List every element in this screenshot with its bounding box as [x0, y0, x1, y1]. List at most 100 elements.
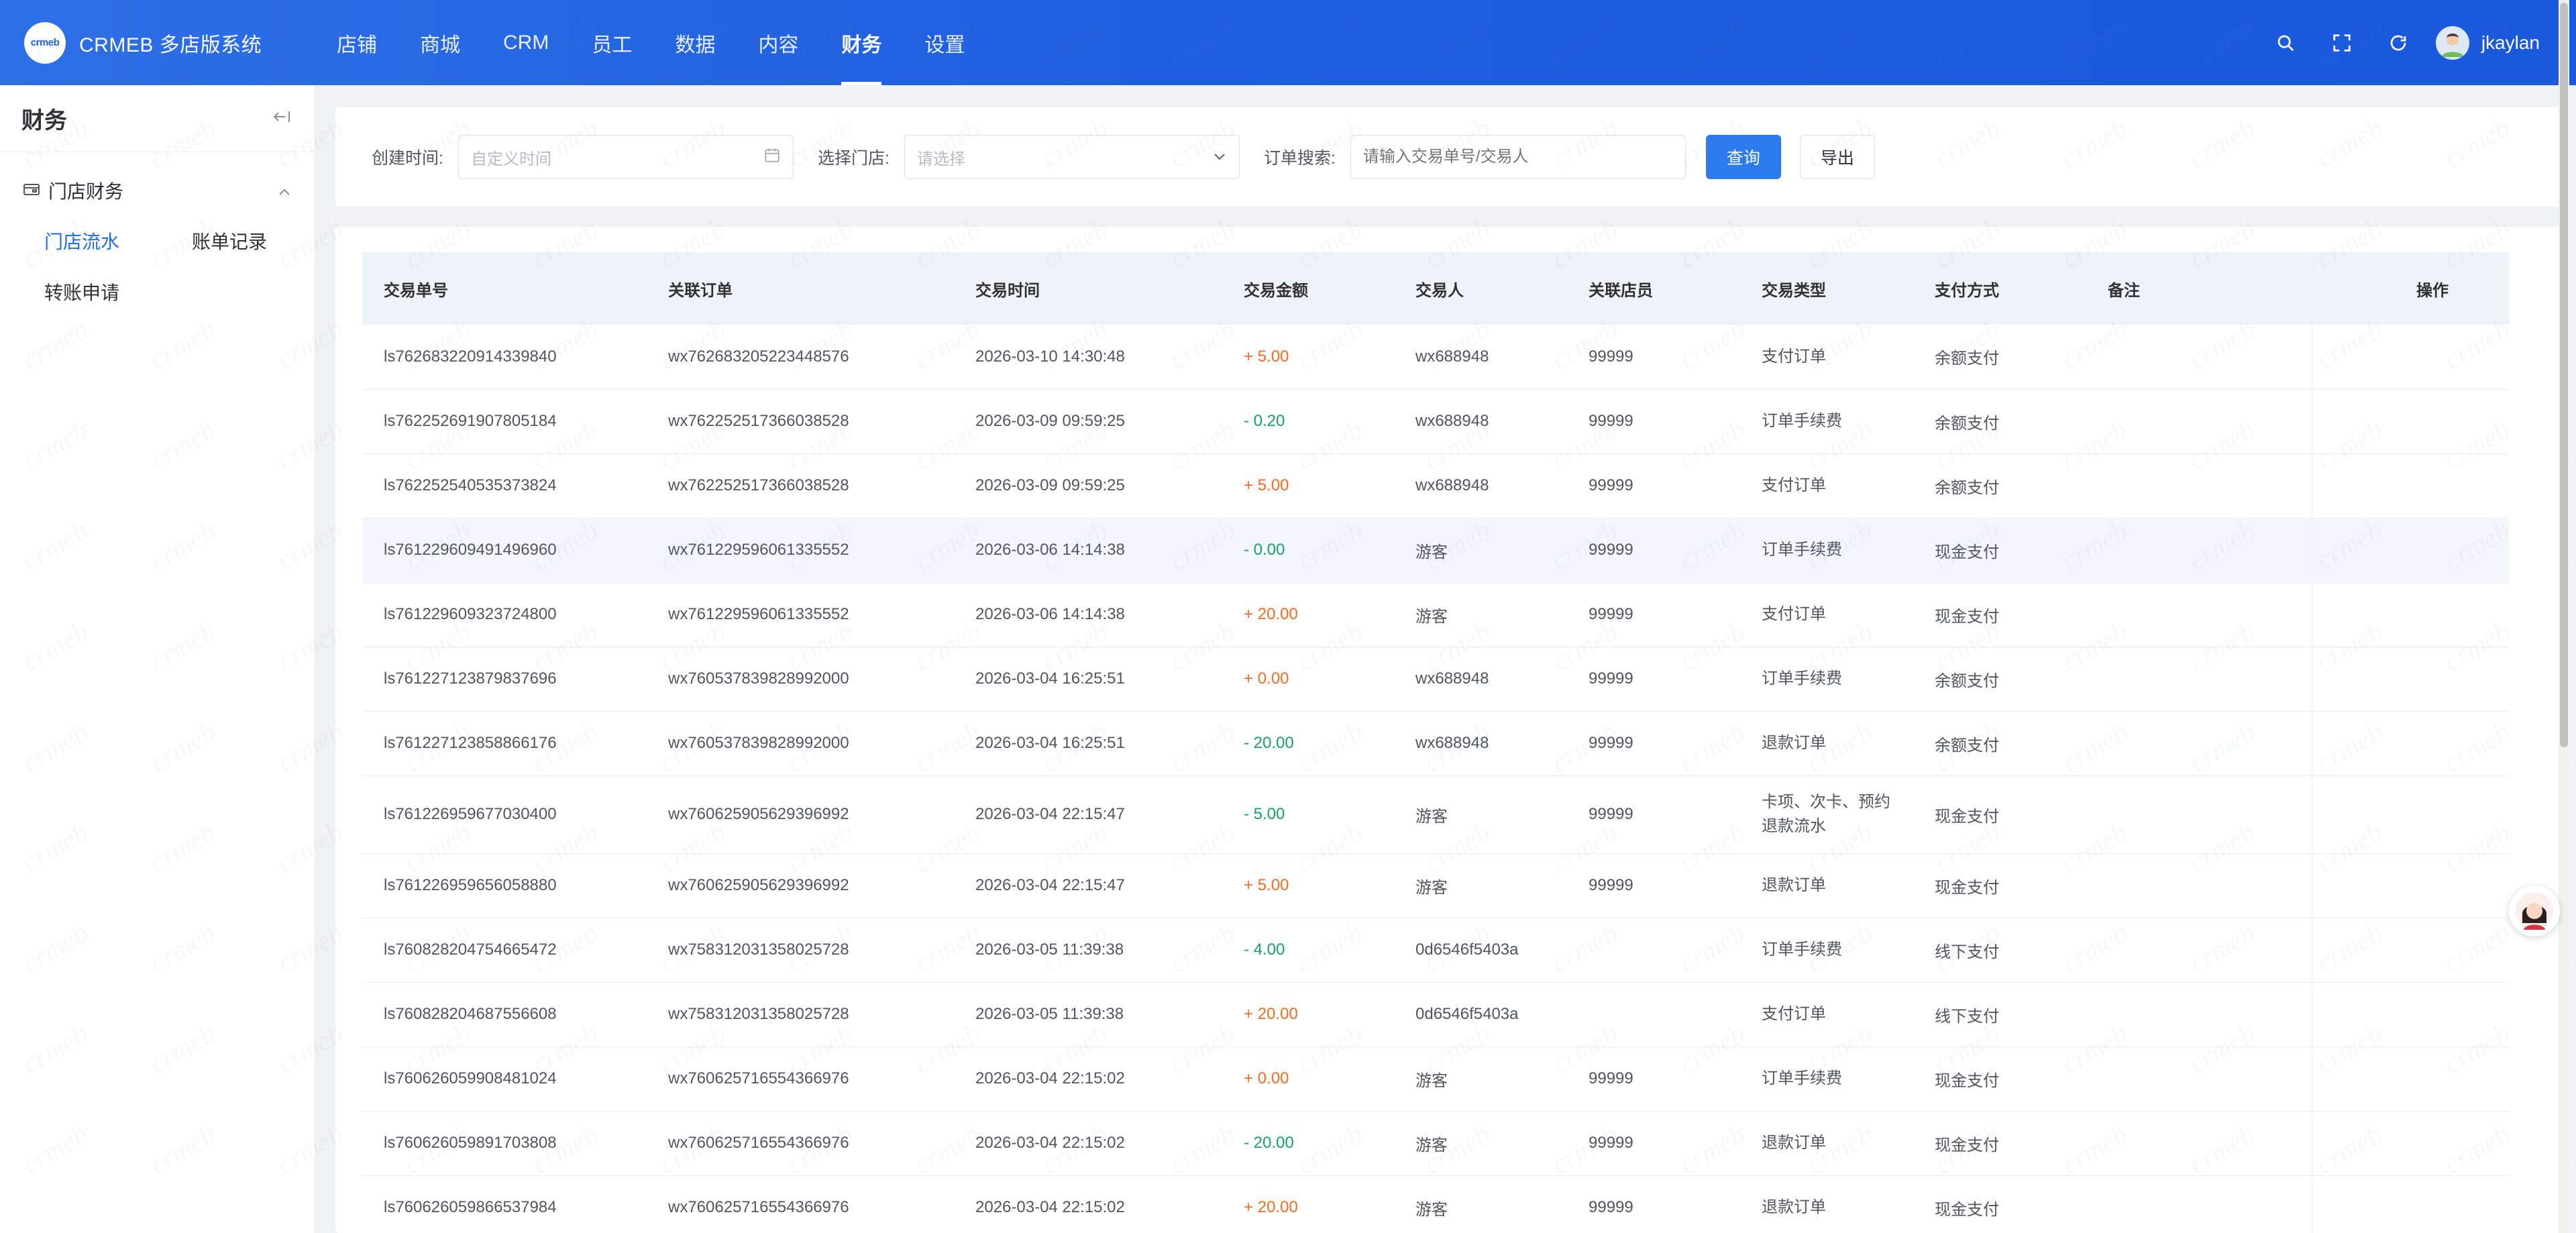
table-row: ls761226959656058880 wx760625905629396992…: [362, 853, 2509, 918]
refresh-icon[interactable]: [2370, 15, 2426, 71]
actions-cell: [2311, 711, 2509, 775]
header-actions: jkaylan: [2257, 0, 2576, 85]
remark-cell: [2086, 647, 2312, 711]
nav-item-crm[interactable]: CRM: [482, 0, 570, 85]
date-range-picker[interactable]: 自定义时间: [458, 135, 794, 179]
user-name[interactable]: jkaylan: [2481, 32, 2540, 54]
nav-item-finance[interactable]: 财务: [820, 0, 903, 85]
actions-cell: [2311, 647, 2509, 711]
table-row: ls761229609491496960 wx761229596061335552…: [362, 518, 2509, 582]
remark-cell: [2086, 775, 2312, 853]
collapse-sidebar-icon[interactable]: [272, 109, 292, 128]
remark-cell: [2086, 389, 2312, 453]
sidebar-item-bill-records[interactable]: 账单记录: [192, 226, 339, 258]
transaction-id-cell: ls760828204754665472: [384, 941, 557, 959]
app-title: CRMEB 多店版系统: [79, 34, 262, 56]
sidebar: 财务 门店财务 门店流水 账单记录 转账申请: [0, 85, 315, 1233]
clerk-cell: 99999: [1589, 669, 1633, 688]
transaction-time-cell: 2026-03-04 22:15:47: [975, 876, 1125, 894]
actions-cell: [2311, 1047, 2509, 1111]
transaction-time-cell: 2026-03-06 14:14:38: [975, 541, 1125, 559]
actions-cell: [2311, 775, 2509, 853]
avatar[interactable]: [2435, 25, 2469, 60]
nav-item-store[interactable]: 店铺: [315, 0, 398, 85]
related-order-cell: wx760625716554366976: [668, 1134, 849, 1152]
payment-method-cell: 余额支付: [1935, 736, 1999, 755]
related-order-cell: wx762252517366038528: [668, 412, 849, 430]
page-scrollbar[interactable]: [2559, 0, 2569, 1233]
transactor-cell: wx688948: [1415, 412, 1489, 430]
clerk-cell: [1567, 982, 1740, 1047]
store-select[interactable]: 请选择: [904, 135, 1240, 179]
table-row: ls762683220914339840 wx762683205223448576…: [362, 325, 2509, 389]
transactor-cell: 0d6546f5403a: [1415, 941, 1519, 959]
payment-method-cell: 余额支付: [1935, 672, 1999, 690]
amount-cell: - 20.00: [1244, 734, 1294, 752]
remark-cell: [2086, 1111, 2312, 1175]
nav-item-settings[interactable]: 设置: [903, 0, 986, 85]
transaction-id-cell: ls760626059891703808: [384, 1134, 557, 1152]
transaction-id-cell: ls761229609491496960: [384, 541, 557, 559]
table-row: ls760626059908481024 wx760625716554366976…: [362, 1047, 2509, 1111]
transaction-type-cell: 订单手续费: [1762, 1069, 1842, 1087]
remark-cell: [2086, 1175, 2312, 1233]
nav-item-staff[interactable]: 员工: [570, 0, 653, 85]
table-row: ls762252540535373824 wx762252517366038528…: [362, 453, 2509, 518]
amount-cell: + 0.00: [1244, 1069, 1289, 1087]
clerk-cell: [1567, 918, 1740, 982]
payment-method-cell: 现金支付: [1935, 878, 1999, 897]
transaction-type-cell: 退款订单: [1762, 1198, 1826, 1216]
transaction-time-cell: 2026-03-04 16:25:51: [975, 734, 1125, 752]
created-time-label: 创建时间:: [372, 149, 443, 168]
amount-cell: + 5.00: [1244, 347, 1289, 366]
column-header: 交易类型: [1762, 281, 1826, 300]
transaction-id-cell: ls761227123858866176: [384, 734, 557, 752]
fullscreen-icon[interactable]: [2314, 15, 2370, 71]
actions-cell: [2311, 918, 2509, 982]
search-icon[interactable]: [2257, 15, 2314, 71]
sidebar-group-store-finance[interactable]: 门店财务: [0, 168, 315, 213]
transactions-table-card: 交易单号 关联订单 交易时间 交易金额 交易人 关联店员 交易类型 支付方式 备…: [335, 227, 2563, 1233]
chevron-down-icon: [1212, 148, 1227, 166]
query-button[interactable]: 查询: [1705, 135, 1781, 179]
logo-area[interactable]: crmeb CRMEB 多店版系统: [0, 0, 315, 85]
payment-method-cell: 线下支付: [1935, 1007, 1999, 1026]
transaction-time-cell: 2026-03-09 09:59:25: [975, 476, 1125, 494]
amount-cell: - 0.00: [1244, 541, 1285, 559]
column-header: 交易时间: [975, 281, 1040, 300]
order-search-input[interactable]: [1350, 135, 1686, 179]
filter-bar: 创建时间: 自定义时间 选择门店: 请选择 订单搜索: 查询 导出: [335, 107, 2563, 207]
sidebar-item-store-flow[interactable]: 门店流水: [44, 226, 192, 258]
remark-cell: [2086, 453, 2312, 518]
transaction-type-cell: 退款订单: [1762, 876, 1826, 894]
actions-cell: [2311, 982, 2509, 1047]
table-row: ls761227123858866176 wx760537839828992000…: [362, 711, 2509, 775]
related-order-cell: wx758312031358025728: [668, 1005, 849, 1023]
payment-method-cell: 现金支付: [1935, 1200, 1999, 1219]
top-nav: 店铺 商城 CRM 员工 数据 内容 财务 设置: [315, 0, 986, 85]
transactor-cell: 游客: [1415, 878, 1448, 897]
sidebar-item-transfer-request[interactable]: 转账申请: [44, 277, 192, 309]
scrollbar-thumb[interactable]: [2560, 3, 2568, 747]
transaction-time-cell: 2026-03-04 22:15:02: [975, 1134, 1125, 1152]
nav-item-mall[interactable]: 商城: [398, 0, 482, 85]
transaction-id-cell: ls760626059908481024: [384, 1069, 557, 1087]
actions-cell: [2311, 1175, 2509, 1233]
column-header: 操作: [2311, 252, 2509, 325]
column-header: 交易金额: [1244, 281, 1308, 300]
export-button[interactable]: 导出: [1799, 135, 1875, 179]
transaction-type-cell: 订单手续费: [1762, 412, 1842, 430]
nav-item-content[interactable]: 内容: [737, 0, 820, 85]
clerk-cell: 99999: [1589, 541, 1633, 559]
transactor-cell: 游客: [1415, 607, 1448, 626]
transaction-time-cell: 2026-03-04 22:15:47: [975, 805, 1125, 823]
nav-item-data[interactable]: 数据: [653, 0, 737, 85]
remark-cell: [2086, 1047, 2312, 1111]
sidebar-links: 门店流水 账单记录 转账申请: [0, 226, 315, 309]
transaction-type-cell: 支付订单: [1762, 476, 1826, 494]
table-row: ls760828204687556608 wx758312031358025728…: [362, 982, 2509, 1047]
payment-method-cell: 线下支付: [1935, 943, 1999, 961]
transactions-table: 交易单号 关联订单 交易时间 交易金额 交易人 关联店员 交易类型 支付方式 备…: [362, 252, 2509, 1233]
customer-service-avatar-icon[interactable]: [2509, 886, 2560, 936]
transactor-cell: 游客: [1415, 1136, 1448, 1155]
